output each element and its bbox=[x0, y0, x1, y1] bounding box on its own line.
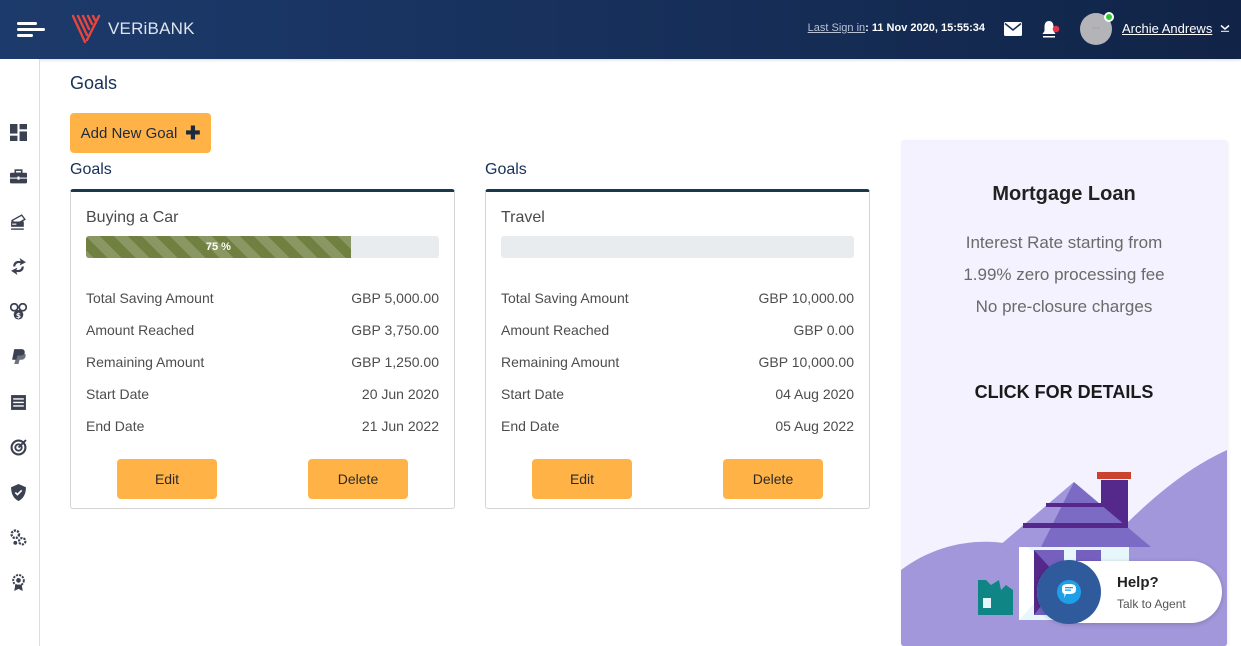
detail-label: End Date bbox=[501, 418, 560, 434]
detail-label: Start Date bbox=[501, 386, 565, 402]
goal-progress-bar: 75 % bbox=[86, 236, 439, 258]
goal-progress-bar bbox=[501, 236, 854, 258]
detail-label: Amount Reached bbox=[86, 322, 195, 338]
detail-value: 05 Aug 2022 bbox=[775, 418, 854, 434]
notification-dot bbox=[1052, 25, 1060, 33]
last-signin-value: : 11 Nov 2020, 15:55:34 bbox=[865, 22, 985, 34]
promo-title: Mortgage Loan bbox=[992, 183, 1136, 205]
avatar-initials: • • • bbox=[1092, 25, 1100, 30]
add-new-goal-label: Add New Goal bbox=[80, 124, 178, 142]
detail-row: End Date 21 Jun 2022 bbox=[86, 418, 439, 450]
veribank-logo-icon bbox=[71, 14, 101, 44]
settings-icon[interactable] bbox=[9, 528, 27, 546]
award-icon[interactable] bbox=[9, 573, 27, 591]
detail-value: GBP 5,000.00 bbox=[351, 290, 439, 306]
promo-cta-link[interactable]: CLICK FOR DETAILS bbox=[901, 382, 1227, 403]
add-new-goal-button[interactable]: Add New Goal ✚ bbox=[70, 113, 211, 153]
last-signin-label[interactable]: Last Sign in bbox=[808, 22, 865, 34]
shield-icon[interactable] bbox=[9, 483, 27, 501]
goal-details: Total Saving Amount GBP 5,000.00 Amount R… bbox=[86, 290, 439, 450]
plus-icon: ✚ bbox=[185, 123, 201, 143]
user-avatar[interactable]: • • • bbox=[1080, 12, 1114, 45]
detail-row: Amount Reached GBP 0.00 bbox=[501, 322, 854, 354]
edit-goal-button[interactable]: Edit bbox=[117, 459, 217, 499]
dashboard-icon[interactable] bbox=[9, 123, 27, 141]
detail-label: Amount Reached bbox=[501, 322, 610, 338]
goal-section-title: Goals bbox=[70, 161, 112, 178]
goal-card: Buying a Car 75 % Total Saving Amount GBP… bbox=[70, 189, 455, 509]
detail-value: GBP 1,250.00 bbox=[351, 354, 439, 370]
notification-bell-icon[interactable] bbox=[1040, 19, 1060, 39]
detail-row: Start Date 04 Aug 2020 bbox=[501, 386, 854, 418]
detail-row: Remaining Amount GBP 1,250.00 bbox=[86, 354, 439, 386]
goal-name: Buying a Car bbox=[86, 209, 179, 226]
detail-row: Total Saving Amount GBP 10,000.00 bbox=[501, 290, 854, 322]
transfer-icon[interactable] bbox=[9, 257, 27, 275]
detail-value: GBP 10,000.00 bbox=[758, 354, 854, 370]
cards-icon[interactable] bbox=[9, 212, 27, 230]
goal-progress-label: 75 % bbox=[205, 241, 231, 253]
detail-label: Remaining Amount bbox=[501, 354, 620, 370]
detail-value: GBP 3,750.00 bbox=[351, 322, 439, 338]
edit-goal-button[interactable]: Edit bbox=[532, 459, 632, 499]
promo-description: Interest Rate starting from 1.99% zero p… bbox=[963, 233, 1165, 316]
goal-name: Travel bbox=[501, 209, 545, 226]
goal-section-title: Goals bbox=[485, 161, 527, 178]
detail-label: Remaining Amount bbox=[86, 354, 205, 370]
chevron-down-icon[interactable] bbox=[1220, 24, 1230, 32]
statement-icon[interactable] bbox=[9, 393, 27, 411]
detail-value: GBP 10,000.00 bbox=[758, 290, 854, 306]
detail-value: GBP 0.00 bbox=[793, 322, 854, 338]
briefcase-icon[interactable] bbox=[9, 167, 27, 185]
sidebar: $ bbox=[0, 59, 40, 646]
detail-label: Total Saving Amount bbox=[501, 290, 629, 306]
goal-progress-fill: 75 % bbox=[86, 236, 351, 258]
goal-card: Travel Total Saving Amount GBP 10,000.00 … bbox=[485, 189, 870, 509]
user-name-link[interactable]: Archie Andrews bbox=[1122, 21, 1212, 36]
delete-goal-button[interactable]: Delete bbox=[723, 459, 823, 499]
brand-logo[interactable]: VERiBANK bbox=[70, 13, 195, 45]
top-bar: VERiBANK Last Sign in: 11 Nov 2020, 15:5… bbox=[0, 0, 1241, 59]
chat-bubble-icon bbox=[1057, 580, 1081, 604]
goal-details: Total Saving Amount GBP 10,000.00 Amount … bbox=[501, 290, 854, 450]
detail-row: Start Date 20 Jun 2020 bbox=[86, 386, 439, 418]
help-subtitle: Talk to Agent bbox=[1117, 597, 1186, 611]
detail-label: End Date bbox=[86, 418, 145, 434]
detail-value: 04 Aug 2020 bbox=[775, 386, 854, 402]
svg-text:$: $ bbox=[15, 310, 20, 319]
detail-value: 21 Jun 2022 bbox=[361, 418, 439, 434]
detail-label: Total Saving Amount bbox=[86, 290, 214, 306]
menu-toggle-icon[interactable] bbox=[17, 22, 45, 38]
detail-row: End Date 05 Aug 2022 bbox=[501, 418, 854, 450]
detail-value: 20 Jun 2020 bbox=[361, 386, 439, 402]
detail-row: Remaining Amount GBP 10,000.00 bbox=[501, 354, 854, 386]
chat-launcher[interactable] bbox=[1037, 560, 1101, 624]
online-status-indicator bbox=[1104, 12, 1114, 22]
detail-row: Amount Reached GBP 3,750.00 bbox=[86, 322, 439, 354]
coins-icon[interactable]: $ bbox=[9, 302, 27, 320]
detail-row: Total Saving Amount GBP 5,000.00 bbox=[86, 290, 439, 322]
mail-icon[interactable] bbox=[1004, 22, 1022, 36]
target-icon[interactable] bbox=[9, 438, 27, 456]
detail-label: Start Date bbox=[86, 386, 150, 402]
delete-goal-button[interactable]: Delete bbox=[308, 459, 408, 499]
help-chat-widget[interactable]: Help? Talk to Agent bbox=[1037, 560, 1222, 624]
paypal-icon[interactable] bbox=[9, 347, 27, 365]
page-title: Goals bbox=[70, 73, 118, 93]
brand-name: VERiBANK bbox=[108, 19, 195, 38]
help-title: Help? bbox=[1117, 574, 1159, 591]
last-signin: Last Sign in: 11 Nov 2020, 15:55:34 bbox=[808, 22, 985, 34]
